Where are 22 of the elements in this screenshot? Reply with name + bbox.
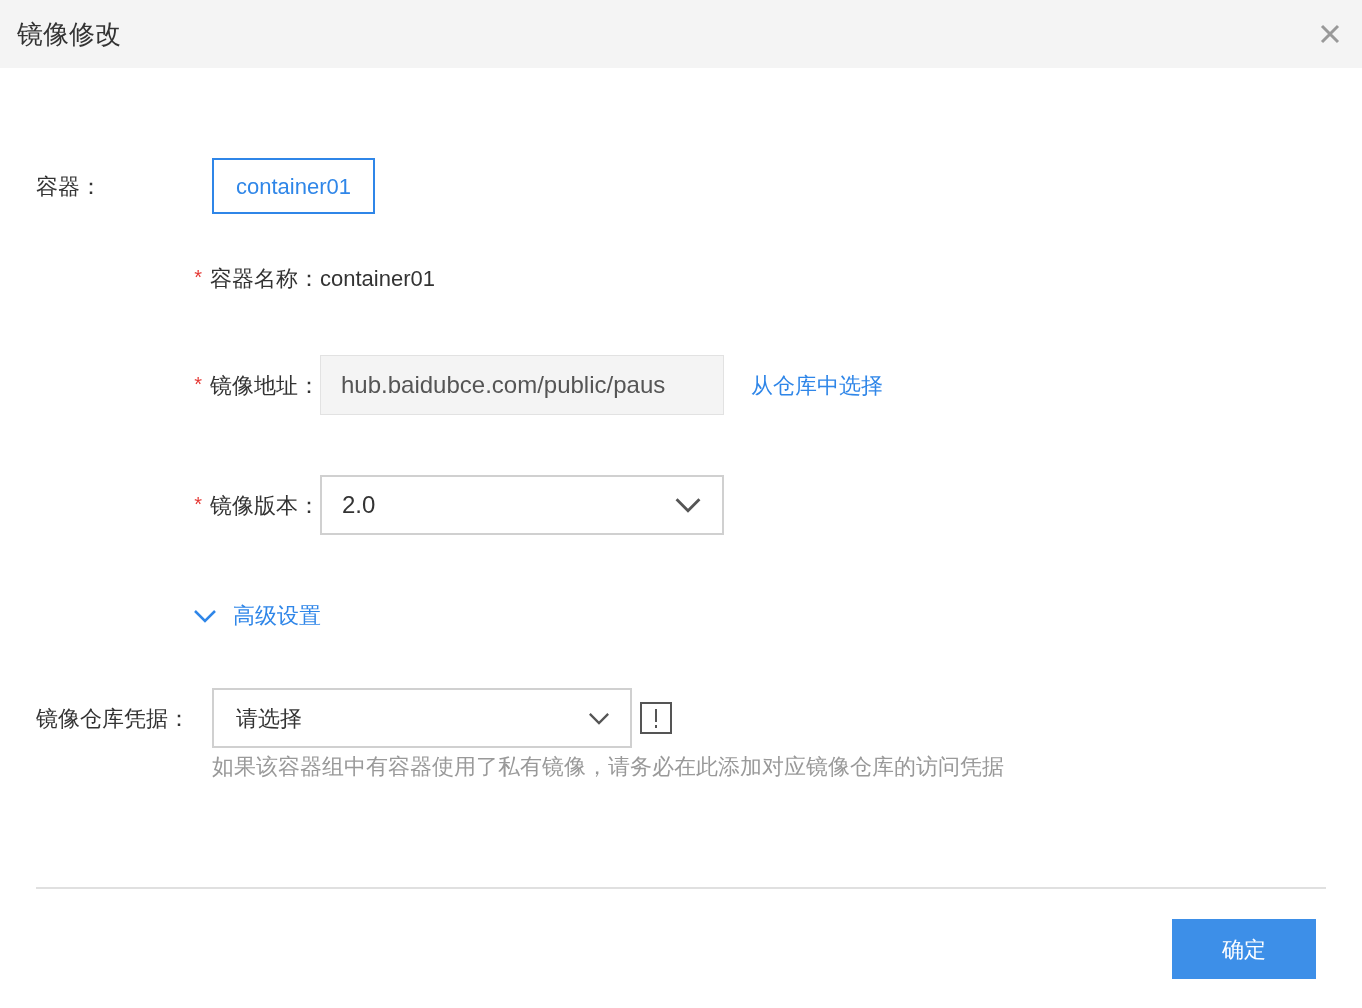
chevron-down-icon	[193, 608, 217, 623]
credential-select[interactable]: 请选择	[212, 688, 632, 748]
field-label: 镜像地址：	[210, 371, 320, 400]
dialog-title: 镜像修改	[17, 17, 121, 51]
container-tab[interactable]: container01	[212, 158, 375, 214]
field-label: 容器名称：	[210, 265, 320, 293]
field-value: container01	[320, 265, 435, 293]
chevron-down-icon	[588, 711, 610, 725]
close-button[interactable]	[1318, 22, 1342, 46]
chevron-down-icon	[674, 497, 702, 513]
close-icon	[1320, 24, 1340, 44]
field-label: 镜像版本：	[210, 491, 320, 520]
required-mark: *	[194, 371, 202, 397]
version-select[interactable]: 2.0	[320, 475, 724, 535]
required-mark: *	[194, 491, 202, 517]
container-label: 容器：	[36, 172, 103, 201]
info-icon[interactable]	[640, 702, 672, 734]
credential-hint: 如果该容器组中有容器使用了私有镜像，请务必在此添加对应镜像仓库的访问凭据	[212, 753, 1005, 781]
required-mark: *	[194, 265, 202, 290]
confirm-button[interactable]: 确定	[1172, 919, 1316, 979]
credential-label: 镜像仓库凭据：	[36, 704, 191, 733]
advanced-settings-toggle[interactable]: 高级设置	[193, 599, 321, 632]
